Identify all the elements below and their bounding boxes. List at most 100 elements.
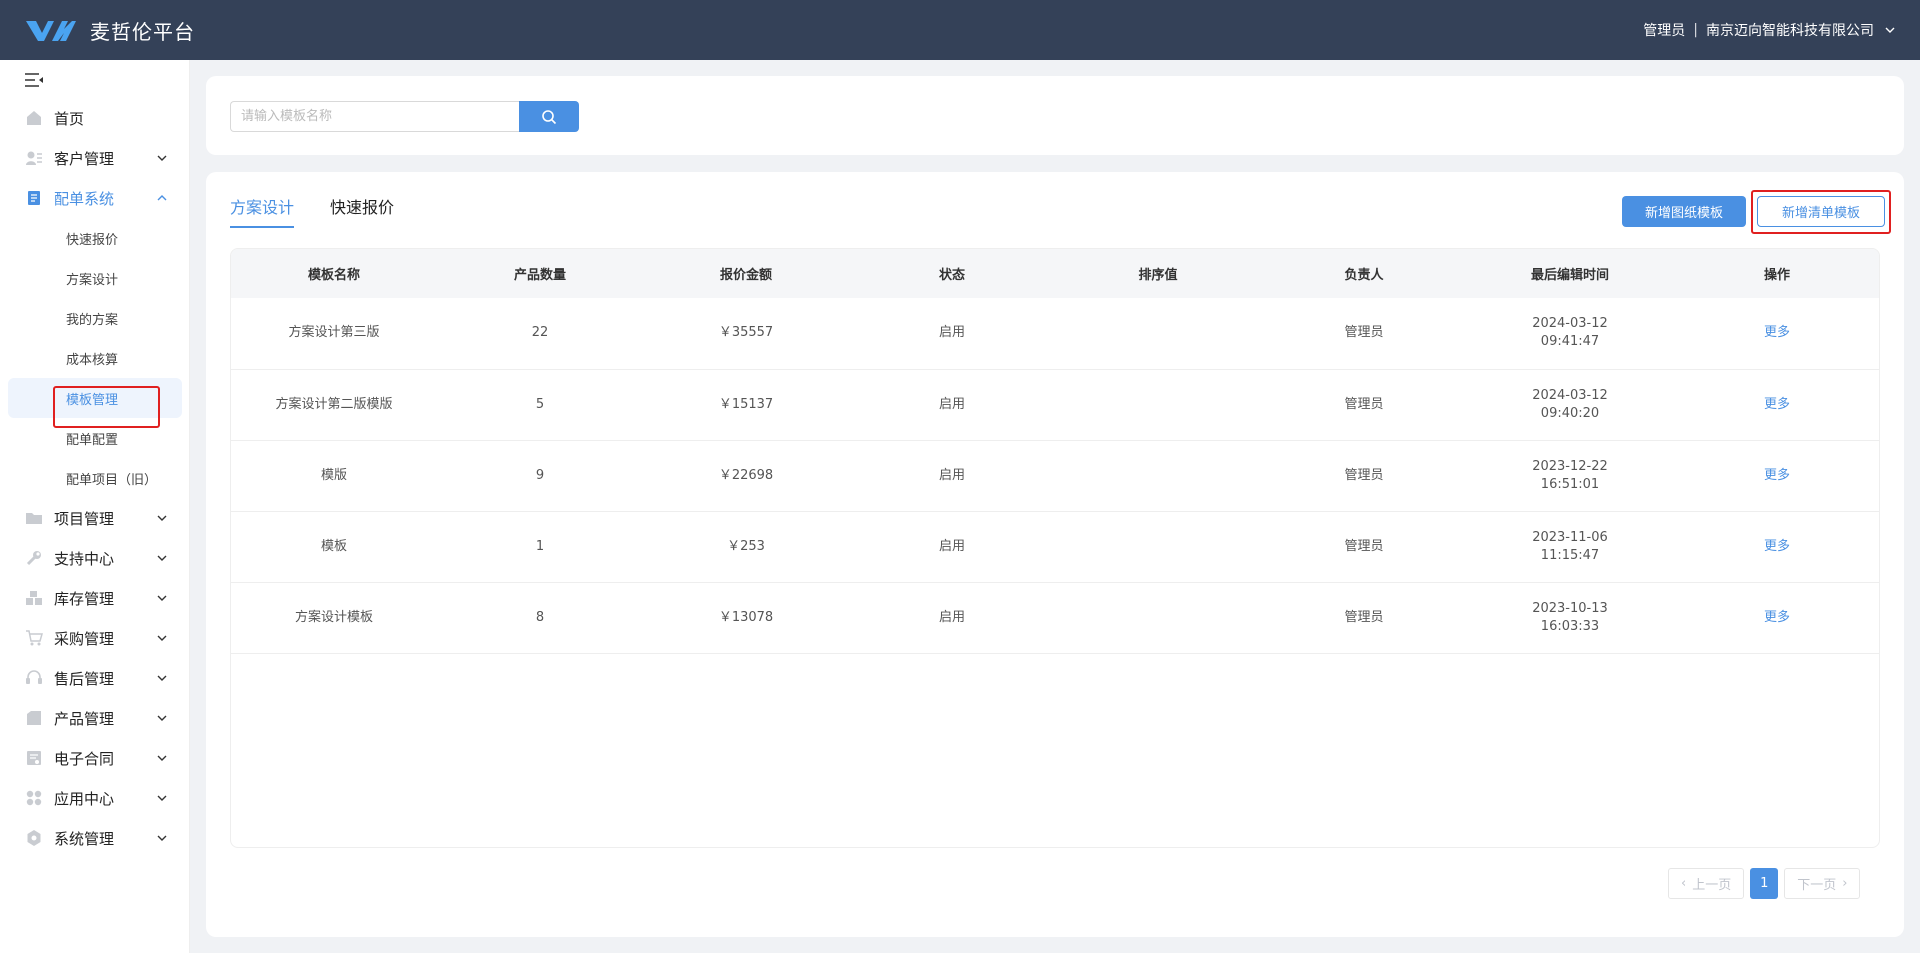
cell-action: 更多 [1673, 369, 1879, 440]
cell-owner: 管理员 [1344, 609, 1384, 625]
cell-owner: 管理员 [1344, 325, 1384, 341]
tab-solution-design[interactable]: 方案设计 [230, 194, 295, 228]
folder-icon [24, 508, 44, 528]
company-name: 南京迈向智能科技有限公司 [1706, 23, 1874, 39]
home-icon [24, 108, 44, 128]
cell-name: 模版 [320, 467, 347, 483]
sidebar-item-project[interactable]: 项目管理 [0, 498, 190, 538]
sidebar-item-home[interactable]: 首页 [0, 98, 190, 138]
headset-icon [24, 668, 44, 688]
apps-icon [24, 788, 44, 808]
next-page-button[interactable]: 下一页 › [1784, 868, 1861, 899]
cell-amount: ￥13078 [718, 609, 774, 625]
brand[interactable]: 麦哲伦平台 [24, 16, 195, 45]
cell-owner: 管理员 [1344, 396, 1384, 412]
cell-action: 更多 [1673, 298, 1879, 369]
cell-edited-at: 2024-03-12 09:41:47 [1467, 298, 1673, 369]
sidebar-item-support[interactable]: 支持中心 [0, 538, 190, 578]
sidebar-item-label: 首页 [54, 109, 85, 128]
sidebar-subitem-order-project-old[interactable]: 配单项目（旧） [0, 458, 190, 498]
chevron-down-icon [157, 555, 167, 561]
column-header: 状态 [938, 268, 965, 283]
user-menu[interactable]: 管理员 | 南京迈向智能科技有限公司 [1643, 20, 1896, 40]
cell-status: 启用 [938, 396, 965, 412]
more-link[interactable]: 更多 [1764, 468, 1790, 483]
sidebar: 首页 客户管理 配单系统 快速报价 方案设计 我的方案 成本核算 模板管理 配单… [0, 60, 190, 953]
edited-date: 2023-11-06 [1532, 529, 1608, 545]
cell-edited-at: 2024-03-12 09:40:20 [1467, 369, 1673, 440]
column-header: 模板名称 [307, 268, 360, 283]
cell-name: 方案设计模板 [294, 609, 373, 625]
sidebar-item-purchase[interactable]: 采购管理 [0, 618, 190, 658]
cell-count: 1 [535, 538, 545, 554]
sidebar-item-label: 客户管理 [54, 149, 115, 168]
chevron-up-icon [157, 195, 167, 201]
template-search-input[interactable] [230, 101, 520, 132]
sidebar-item-label: 支持中心 [54, 549, 115, 568]
edited-time: 09:41:47 [1540, 334, 1600, 350]
sidebar-item-label: 电子合同 [54, 749, 115, 768]
sidebar-item-order-system[interactable]: 配单系统 [0, 178, 190, 218]
cell-amount: ￥253 [727, 538, 765, 554]
cell-sort [1055, 298, 1261, 369]
user-separator: | [1693, 22, 1698, 38]
cell-count: 9 [535, 467, 545, 483]
chevron-right-icon: › [1842, 876, 1848, 891]
template-list-panel: 方案设计 快速报价 新增图纸模板 新增清单模板 模板名称 产品数量 报价金额 状… [206, 172, 1904, 937]
sidebar-item-contract[interactable]: 电子合同 [0, 738, 190, 778]
sidebar-item-label: 项目管理 [54, 509, 115, 528]
sidebar-subitem-my-solutions[interactable]: 我的方案 [0, 298, 190, 338]
cell-status: 启用 [938, 609, 965, 625]
more-link[interactable]: 更多 [1764, 397, 1790, 412]
sidebar-subitem-order-config[interactable]: 配单配置 [0, 418, 190, 458]
column-header: 操作 [1763, 268, 1790, 283]
document-icon [24, 188, 44, 208]
edited-date: 2024-03-12 [1532, 387, 1608, 403]
add-drawing-template-button[interactable]: 新增图纸模板 [1622, 196, 1746, 227]
column-header: 报价金额 [719, 268, 772, 283]
sidebar-item-apps[interactable]: 应用中心 [0, 778, 190, 818]
more-link[interactable]: 更多 [1764, 539, 1790, 554]
page-number-current[interactable]: 1 [1750, 868, 1779, 899]
sidebar-item-customer[interactable]: 客户管理 [0, 138, 190, 178]
sidebar-item-label: 配单系统 [54, 189, 115, 208]
contract-icon [24, 748, 44, 768]
edited-time: 09:40:20 [1540, 405, 1600, 421]
cell-count: 8 [535, 609, 545, 625]
cell-owner: 管理员 [1344, 467, 1384, 483]
prev-page-button[interactable]: ‹ 上一页 [1668, 868, 1745, 899]
cell-amount: ￥22698 [718, 467, 774, 483]
wrench-icon [24, 548, 44, 568]
edited-time: 11:15:47 [1540, 547, 1600, 563]
sidebar-subitem-cost-accounting[interactable]: 成本核算 [0, 338, 190, 378]
cell-action: 更多 [1673, 440, 1879, 511]
chevron-down-icon [157, 795, 167, 801]
edited-time: 16:51:01 [1540, 476, 1600, 492]
search-button[interactable] [519, 101, 579, 132]
sidebar-subitem-solution-design[interactable]: 方案设计 [0, 258, 190, 298]
sidebar-subitem-template-management[interactable]: 模板管理 [8, 378, 182, 418]
sidebar-subitem-quick-quote[interactable]: 快速报价 [0, 218, 190, 258]
more-link[interactable]: 更多 [1764, 325, 1790, 340]
cell-action: 更多 [1673, 582, 1879, 653]
chevron-down-icon [157, 755, 167, 761]
sidebar-item-label: 库存管理 [54, 589, 115, 608]
cart-icon [24, 628, 44, 648]
sidebar-item-after-sales[interactable]: 售后管理 [0, 658, 190, 698]
column-header: 产品数量 [513, 268, 566, 283]
cell-sort [1055, 369, 1261, 440]
sidebar-item-inventory[interactable]: 库存管理 [0, 578, 190, 618]
cell-action: 更多 [1673, 511, 1879, 582]
more-link[interactable]: 更多 [1764, 610, 1790, 625]
tab-bar: 方案设计 快速报价 [230, 194, 430, 228]
menu-collapse-icon[interactable] [24, 72, 44, 88]
tab-quick-quote[interactable]: 快速报价 [330, 194, 394, 228]
add-list-template-button[interactable]: 新增清单模板 [1757, 196, 1885, 227]
table-row: 方案设计模板 8 ￥13078 启用 管理员 2023-10-13 16:03:3… [231, 582, 1879, 653]
sidebar-item-product[interactable]: 产品管理 [0, 698, 190, 738]
chevron-down-icon [157, 835, 167, 841]
product-icon [24, 708, 44, 728]
chevron-down-icon [157, 635, 167, 641]
sidebar-item-system[interactable]: 系统管理 [0, 818, 190, 858]
table-header-row: 模板名称 产品数量 报价金额 状态 排序值 负责人 最后编辑时间 操作 [231, 249, 1879, 298]
